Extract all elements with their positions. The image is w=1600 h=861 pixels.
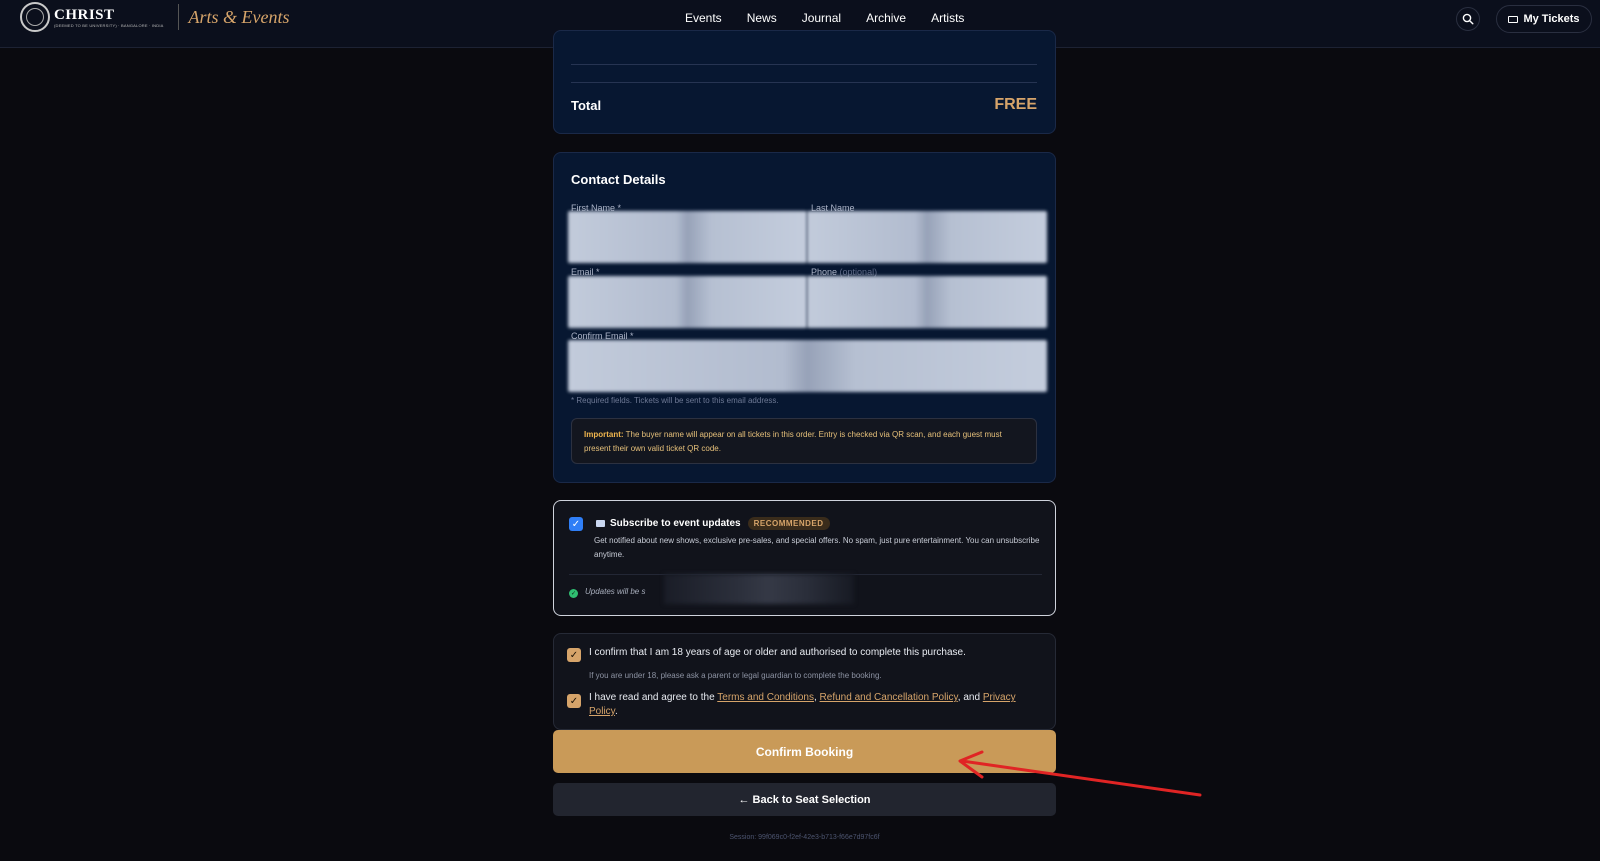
important-label: Important: xyxy=(584,430,624,439)
logo-text: CHRIST xyxy=(54,6,115,23)
nav-artists[interactable]: Artists xyxy=(931,11,964,25)
nav-journal[interactable]: Journal xyxy=(802,11,841,25)
logo-divider xyxy=(177,4,179,30)
phone-input[interactable] xyxy=(807,276,1047,328)
subscribe-checkbox[interactable]: ✓ xyxy=(569,517,583,531)
updates-destination-text: Updates will be s xyxy=(585,587,646,596)
mail-icon xyxy=(596,520,605,527)
session-id: Session: 99f069c0-f2ef-42e3-b713-f66e7d9… xyxy=(729,834,880,841)
important-text: The buyer name will appear on all ticket… xyxy=(584,430,1002,453)
back-to-seat-selection-button[interactable]: ← Back to Seat Selection xyxy=(553,783,1056,816)
agree-terms-checkbox[interactable]: ✓ xyxy=(567,694,581,708)
university-logo[interactable]: CHRIST (DEEMED TO BE UNIVERSITY) · BANGA… xyxy=(20,2,290,32)
age-confirm-checkbox[interactable]: ✓ xyxy=(567,648,581,662)
subscribe-title: Subscribe to event updates xyxy=(610,518,741,529)
subscribe-title-row: Subscribe to event updates RECOMMENDED xyxy=(596,517,830,530)
confirm-email-input[interactable] xyxy=(568,340,1047,392)
ticket-icon xyxy=(1508,15,1519,23)
refund-policy-link[interactable]: Refund and Cancellation Policy xyxy=(820,692,958,703)
terms-card: ✓ I confirm that I am 18 years of age or… xyxy=(553,633,1056,730)
logo-subtext: (DEEMED TO BE UNIVERSITY) · BANGALORE · … xyxy=(54,22,164,28)
first-name-input[interactable] xyxy=(568,211,807,263)
my-tickets-button[interactable]: My Tickets xyxy=(1496,5,1592,33)
confirm-booking-button[interactable]: Confirm Booking xyxy=(553,730,1056,773)
nav-events[interactable]: Events xyxy=(685,11,722,25)
seal-icon xyxy=(20,2,50,32)
nav-archive[interactable]: Archive xyxy=(866,11,906,25)
terms-link[interactable]: Terms and Conditions xyxy=(717,692,814,703)
divider xyxy=(571,64,1037,65)
contact-details-card: Contact Details First Name * Last Name E… xyxy=(553,152,1056,483)
important-notice: Important: The buyer name will appear on… xyxy=(571,418,1037,464)
email-input[interactable] xyxy=(568,276,807,328)
contact-details-title: Contact Details xyxy=(571,172,666,187)
last-name-input[interactable] xyxy=(807,211,1047,263)
required-fields-note: * Required fields. Tickets will be sent … xyxy=(571,396,779,405)
my-tickets-label: My Tickets xyxy=(1523,13,1580,25)
nav-news[interactable]: News xyxy=(747,11,777,25)
total-label: Total xyxy=(571,98,602,113)
search-button[interactable] xyxy=(1456,7,1480,31)
check-circle-icon: ✓ xyxy=(569,589,578,598)
subscribe-description: Get notified about new shows, exclusive … xyxy=(594,536,1040,559)
agree-terms-text: I have read and agree to the Terms and C… xyxy=(589,692,1016,717)
order-summary-card: Total FREE xyxy=(553,30,1056,134)
divider xyxy=(571,82,1037,83)
redacted-email xyxy=(664,574,854,604)
age-confirm-text: I confirm that I am 18 years of age or o… xyxy=(589,647,966,658)
subscribe-card[interactable]: ✓ Subscribe to event updates RECOMMENDED… xyxy=(553,500,1056,616)
search-icon xyxy=(1462,13,1474,25)
recommended-badge: RECOMMENDED xyxy=(747,517,830,530)
total-value: FREE xyxy=(994,96,1037,113)
age-note: If you are under 18, please ask a parent… xyxy=(589,671,882,680)
brand-title: Arts & Events xyxy=(188,6,290,27)
